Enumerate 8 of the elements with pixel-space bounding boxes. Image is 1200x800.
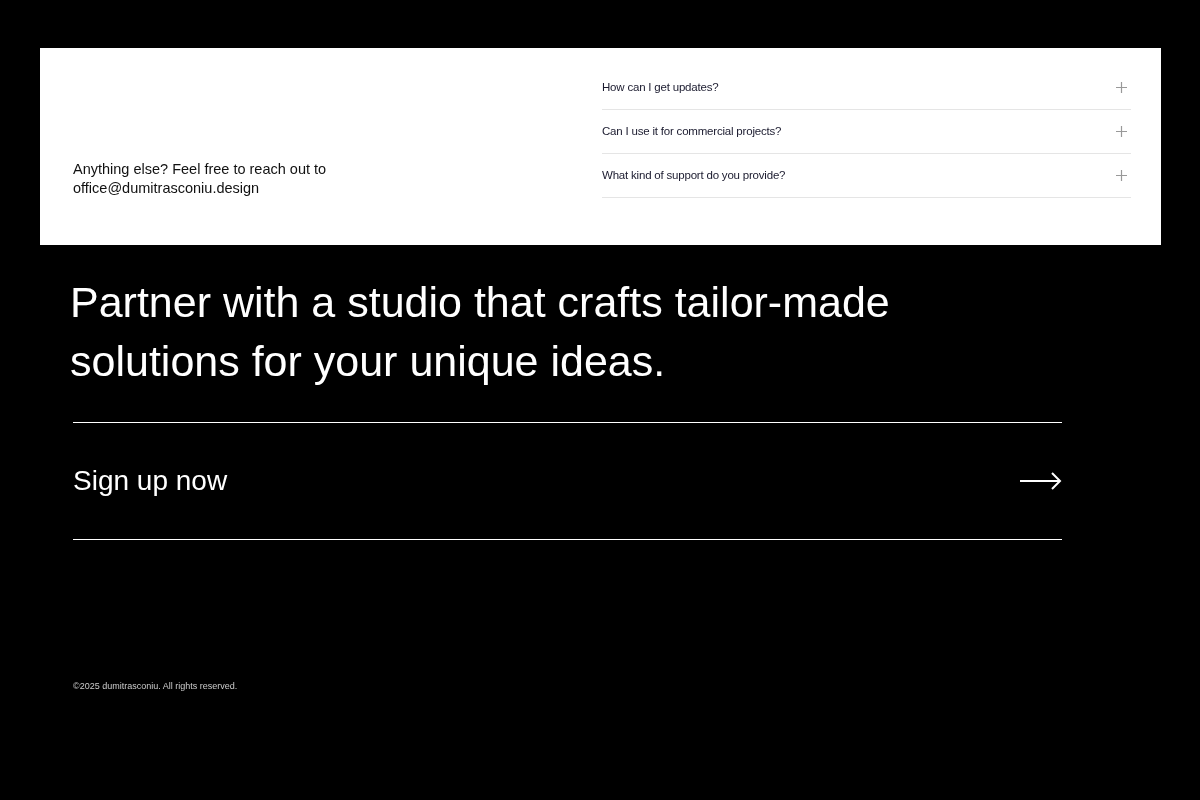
- faq-item[interactable]: What kind of support do you provide?: [602, 154, 1131, 198]
- contact-text: Anything else? Feel free to reach out to office@dumitrasconiu.design: [73, 160, 328, 198]
- headline: Partner with a studio that crafts tailor-made solutions for your unique ideas.: [70, 277, 891, 387]
- copyright-text: ©2025 dumitrasconiu. All rights reserved.: [73, 680, 239, 693]
- arrow-right-icon: [1020, 472, 1062, 490]
- faq-item[interactable]: Can I use it for commercial projects?: [602, 110, 1131, 154]
- signup-link[interactable]: Sign up now: [73, 423, 1062, 539]
- faq-item[interactable]: How can I get updates?: [602, 66, 1131, 110]
